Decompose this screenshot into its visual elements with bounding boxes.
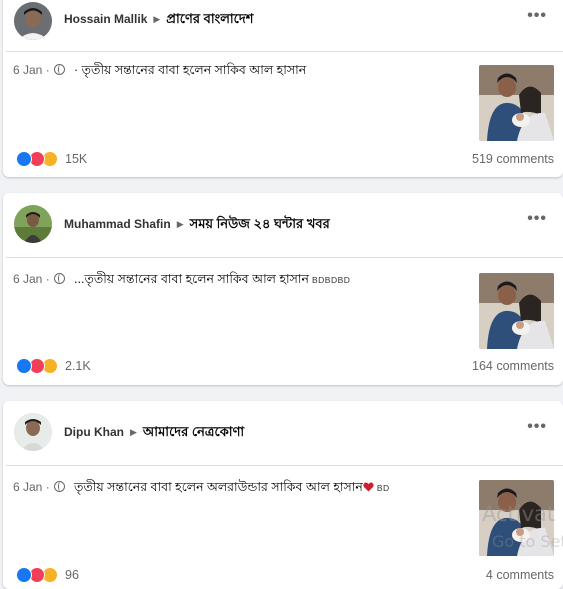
author-name[interactable]: Muhammad Shafin bbox=[64, 217, 171, 231]
globe-icon bbox=[53, 481, 65, 492]
avatar[interactable] bbox=[14, 413, 52, 451]
heart-icon bbox=[363, 482, 374, 492]
reaction-summary[interactable]: 15K bbox=[16, 150, 87, 168]
post-text-suffix: BDBDBD bbox=[311, 275, 351, 285]
post-card: Hossain Mallik ▶ প্রাণের বাংলাদেশ ••• 6 Ja… bbox=[3, 0, 563, 177]
post-meta: 6 Jan · ...তৃতীয় সন্তানের বাবা হলেন সাক… bbox=[13, 271, 350, 291]
post-header: Hossain Mallik ▶ প্রাণের বাংলাদেশ ••• bbox=[3, 0, 563, 46]
reaction-count[interactable]: 15K bbox=[65, 152, 87, 166]
arrow-right-icon: ▶ bbox=[130, 427, 137, 437]
separator: · bbox=[45, 272, 50, 286]
post-meta: 6 Jan · তৃতীয় সন্তানের বাবা হলেন অলরাউন… bbox=[13, 479, 390, 499]
arrow-right-icon: ▶ bbox=[153, 14, 161, 24]
reaction-count[interactable]: 2.1K bbox=[65, 359, 91, 373]
post-card: Dipu Khan ▶ আমাদের নেত্রকোণা ••• 6 Jan · ত… bbox=[3, 401, 563, 589]
divider bbox=[6, 465, 563, 466]
post-byline: Hossain Mallik ▶ প্রাণের বাংলাদেশ bbox=[64, 10, 253, 31]
reaction-count[interactable]: 96 bbox=[65, 568, 79, 582]
comments-count[interactable]: 4 comments bbox=[486, 568, 554, 582]
author-name[interactable]: Dipu Khan bbox=[64, 425, 124, 439]
group-name[interactable]: প্রাণের বাংলাদেশ bbox=[166, 11, 253, 26]
arrow-right-icon: ▶ bbox=[176, 219, 184, 229]
divider bbox=[6, 51, 563, 52]
post-date[interactable]: 6 Jan bbox=[13, 272, 42, 286]
reaction-summary[interactable]: 2.1K bbox=[16, 357, 91, 375]
post-text: ...তৃতীয় সন্তানের বাবা হলেন সাকিব আল হা… bbox=[74, 272, 309, 286]
separator: · bbox=[45, 480, 50, 494]
more-options-icon[interactable]: ••• bbox=[527, 210, 547, 228]
post-byline: Dipu Khan ▶ আমাদের নেত্রকোণা bbox=[64, 423, 244, 444]
post-header: Muhammad Shafin ▶ সময় নিউজ ২৪ ঘন্টার খবর … bbox=[3, 197, 563, 249]
post-date[interactable]: 6 Jan bbox=[13, 480, 42, 494]
post-byline: Muhammad Shafin ▶ সময় নিউজ ২৪ ঘন্টার খবর bbox=[64, 215, 330, 236]
avatar[interactable] bbox=[14, 205, 52, 243]
post-text-suffix: BD bbox=[376, 483, 390, 493]
comments-count[interactable]: 164 comments bbox=[472, 359, 554, 373]
like-icon bbox=[16, 567, 32, 583]
post-photo[interactable] bbox=[479, 273, 554, 349]
divider bbox=[6, 257, 563, 258]
globe-icon bbox=[53, 64, 65, 75]
activation-watermark: Activat bbox=[482, 502, 556, 526]
post-photo[interactable] bbox=[479, 65, 554, 141]
post-header: Dipu Khan ▶ আমাদের নেত্রকোণা ••• bbox=[3, 405, 563, 457]
post-text: · তৃতীয় সন্তানের বাবা হলেন সাকিব আল হাস… bbox=[74, 63, 307, 77]
like-icon bbox=[16, 151, 32, 167]
comments-count[interactable]: 519 comments bbox=[472, 152, 554, 166]
avatar[interactable] bbox=[14, 2, 52, 40]
group-name[interactable]: আমাদের নেত্রকোণা bbox=[143, 424, 244, 439]
reaction-summary[interactable]: 96 bbox=[16, 566, 79, 584]
more-options-icon[interactable]: ••• bbox=[527, 418, 547, 436]
author-name[interactable]: Hossain Mallik bbox=[64, 12, 147, 26]
post-meta: 6 Jan · · তৃতীয় সন্তানের বাবা হলেন সাকি… bbox=[13, 62, 306, 82]
post-card: Muhammad Shafin ▶ সময় নিউজ ২৪ ঘন্টার খবর … bbox=[3, 193, 563, 385]
group-name[interactable]: সময় নিউজ ২৪ ঘন্টার খবর bbox=[190, 216, 330, 231]
activation-watermark-sub: Go to Set bbox=[492, 532, 563, 551]
post-text: তৃতীয় সন্তানের বাবা হলেন অলরাউন্ডার সাক… bbox=[74, 480, 363, 494]
more-options-icon[interactable]: ••• bbox=[527, 7, 547, 25]
globe-icon bbox=[53, 273, 65, 284]
like-icon bbox=[16, 358, 32, 374]
post-date[interactable]: 6 Jan bbox=[13, 63, 42, 77]
separator: · bbox=[45, 63, 50, 77]
